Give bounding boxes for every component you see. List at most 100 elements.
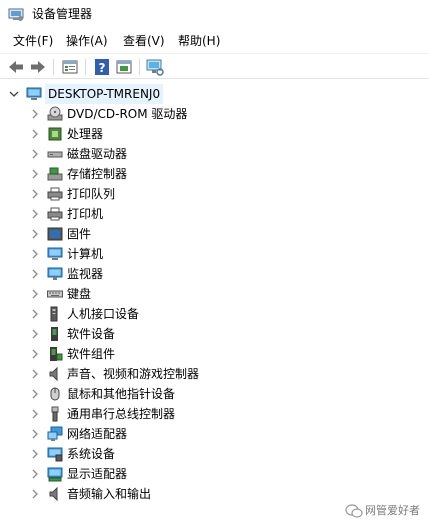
usb-icon [51,406,59,422]
window-title: 设备管理器 [32,7,93,21]
tree-item[interactable]: 人机接口设备 [0,304,429,324]
tree-item[interactable]: 键盘 [0,284,429,304]
tree-item-label: 网络适配器 [67,427,128,441]
chevron-right-icon[interactable] [29,428,41,440]
tree-root[interactable]: DESKTOP-TMRENJ0 [0,84,429,104]
tree-item-label: DVD/CD-ROM 驱动器 [67,107,188,121]
chevron-right-icon[interactable] [29,368,41,380]
tree-item-label: 监视器 [67,267,104,281]
chevron-right-icon[interactable] [29,328,41,340]
tree-item-label: 声音、视频和游戏控制器 [67,367,200,381]
menu-file[interactable]: 文件(F) [11,31,55,51]
software-device-icon [51,327,58,341]
tree-root-label: DESKTOP-TMRENJ0 [45,84,164,104]
chevron-right-icon[interactable] [29,288,41,300]
tree-item-label: 软件设备 [67,327,116,341]
tree-item-label: 鼠标和其他指针设备 [67,387,176,401]
network-adapter-icon [47,426,63,441]
tree-item[interactable]: 计算机 [0,244,429,264]
computer-icon [26,87,42,100]
device-manager-icon [8,8,24,21]
tree-item[interactable]: 监视器 [0,264,429,284]
software-component-icon [50,347,63,361]
tree-item[interactable]: 鼠标和其他指针设备 [0,384,429,404]
tree-item-label: 软件组件 [67,347,116,361]
tree-item-label: 显示适配器 [67,467,128,481]
title-bar: 设备管理器 [0,0,429,28]
tree-item-label: 处理器 [67,127,104,141]
system-device-icon [47,447,63,462]
chevron-right-icon[interactable] [29,148,41,160]
watermark-text: 网管爱好者 [365,504,420,517]
help-icon[interactable]: ? [92,57,112,77]
properties-icon[interactable] [60,57,80,77]
disk-drive-icon [47,151,63,158]
tree-item[interactable]: 软件组件 [0,344,429,364]
tree-item-label: 存储控制器 [67,167,128,181]
menu-help[interactable]: 帮助(H) [176,31,222,51]
chevron-right-icon[interactable] [29,208,41,220]
tree-item-label: 通用串行总线控制器 [67,407,176,421]
tree-item-label: 计算机 [67,247,104,261]
chat-bubble-icon [345,504,363,518]
tree-item-label: 打印队列 [67,187,116,201]
tree-item-label: 键盘 [67,287,92,301]
computer-icon [47,247,63,260]
printer-icon [47,207,63,221]
tree-item[interactable]: 系统设备 [0,444,429,464]
tree-item-label: 打印机 [67,207,104,221]
monitor-icon [47,267,63,280]
chevron-right-icon[interactable] [29,168,41,180]
tree-item-label: 人机接口设备 [67,307,140,321]
dvd-drive-icon [47,106,63,121]
chevron-right-icon[interactable] [29,488,41,500]
tree-item[interactable]: 处理器 [0,124,429,144]
display-adapter-icon [47,467,63,482]
chevron-right-icon[interactable] [29,268,41,280]
tree-item[interactable]: 通用串行总线控制器 [0,404,429,424]
toolbar-separator [85,59,86,75]
tree-item[interactable]: 打印机 [0,204,429,224]
storage-controller-icon [47,167,63,181]
toolbar-separator [139,59,140,75]
monitor-scan-icon[interactable] [145,57,165,77]
print-queue-icon [47,187,63,201]
update-driver-icon[interactable] [114,57,134,77]
menu-action[interactable]: 操作(A) [64,31,110,51]
chevron-right-icon[interactable] [29,448,41,460]
svg-text:?: ? [99,61,106,75]
device-tree: DESKTOP-TMRENJ0 DVD/CD-ROM 驱动器 处理器 磁盘驱动器 [0,80,429,529]
tree-item-label: 音频输入和输出 [67,487,152,501]
tree-item[interactable]: 固件 [0,224,429,244]
forward-arrow-icon[interactable] [28,57,48,77]
chevron-right-icon[interactable] [29,308,41,320]
menu-bar: 文件(F) 操作(A) 查看(V) 帮助(H) [0,31,429,51]
chevron-right-icon[interactable] [29,128,41,140]
chevron-right-icon[interactable] [29,108,41,120]
tree-item[interactable]: DVD/CD-ROM 驱动器 [0,104,429,124]
toolbar-separator [53,59,54,75]
chevron-right-icon[interactable] [29,228,41,240]
chevron-down-icon[interactable] [8,88,20,100]
tree-item[interactable]: 软件设备 [0,324,429,344]
tree-item-label: 系统设备 [67,447,116,461]
processor-icon [48,127,62,141]
menu-view[interactable]: 查看(V) [121,31,167,51]
tree-item[interactable]: 磁盘驱动器 [0,144,429,164]
watermark: 网管爱好者 [345,500,425,522]
tree-item[interactable]: 网络适配器 [0,424,429,444]
chevron-right-icon[interactable] [29,468,41,480]
tree-item[interactable]: 显示适配器 [0,464,429,484]
back-arrow-icon[interactable] [6,57,26,77]
chevron-right-icon[interactable] [29,348,41,360]
firmware-icon [47,227,63,241]
hid-icon [50,306,58,322]
tree-item[interactable]: 打印队列 [0,184,429,204]
chevron-right-icon[interactable] [29,388,41,400]
tree-item[interactable]: 存储控制器 [0,164,429,184]
chevron-right-icon[interactable] [29,408,41,420]
chevron-right-icon[interactable] [29,188,41,200]
keyboard-icon [47,290,63,298]
tree-item[interactable]: 声音、视频和游戏控制器 [0,364,429,384]
chevron-right-icon[interactable] [29,248,41,260]
